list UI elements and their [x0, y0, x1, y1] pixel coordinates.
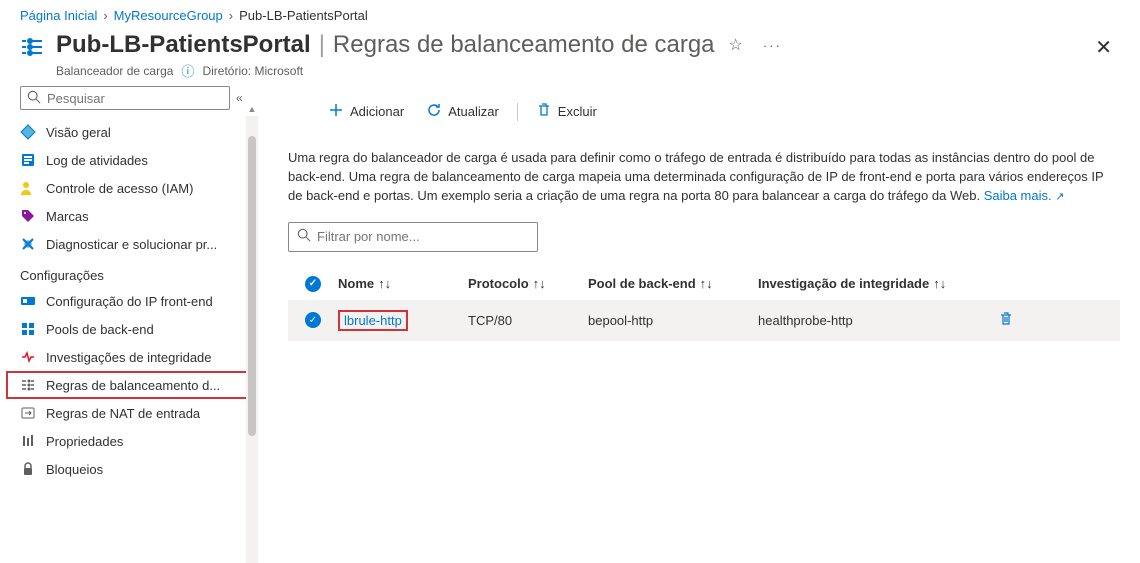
select-all-checkbox[interactable]: ✓: [305, 276, 321, 292]
nat-icon: [20, 405, 36, 421]
breadcrumb: Página Inicial › MyResourceGroup › Pub-L…: [0, 0, 1140, 27]
sidebar-section-settings: Configurações: [0, 258, 258, 287]
page-title: Pub-LB-PatientsPortal: [56, 31, 311, 59]
add-button[interactable]: Adicionar: [320, 98, 412, 125]
lb-rules-icon: [20, 377, 36, 393]
overview-icon: [20, 124, 36, 140]
sidebar-search[interactable]: [20, 86, 230, 110]
sort-icon: ↑↓: [533, 276, 546, 291]
search-icon: [27, 90, 41, 107]
probe-icon: [20, 349, 36, 365]
toolbar-separator: [517, 103, 518, 121]
sidebar-item-properties[interactable]: Propriedades: [0, 427, 258, 455]
sidebar-item-activity-log[interactable]: Log de atividades: [0, 146, 258, 174]
column-header-pool[interactable]: Pool de back-end ↑↓: [588, 276, 758, 291]
sidebar-item-access-control[interactable]: Controle de acesso (IAM): [0, 174, 258, 202]
refresh-icon: [426, 102, 442, 121]
learn-more-link[interactable]: Saiba mais. ↗: [984, 188, 1065, 203]
sidebar-item-frontend-ip[interactable]: Configuração do IP front-end: [0, 287, 258, 315]
resource-type-label: Balanceador de carga: [56, 64, 173, 78]
breadcrumb-link[interactable]: Página Inicial: [20, 8, 97, 23]
scrollbar-thumb[interactable]: [248, 136, 256, 436]
table-row[interactable]: ✓ lbrule-http TCP/80 bepool-http healthp…: [288, 300, 1120, 341]
sidebar: « Visão geral Log de atividades Controle…: [0, 86, 258, 563]
sidebar-item-nat-rules[interactable]: Regras de NAT de entrada: [0, 399, 258, 427]
backend-icon: [20, 321, 36, 337]
scroll-up-arrow-icon[interactable]: ▲: [246, 104, 258, 114]
description-text: Uma regra do balanceador de carga é usad…: [288, 137, 1120, 222]
page-subtitle: Regras de balanceamento de carga: [333, 31, 715, 59]
directory-label: Diretório: Microsoft: [202, 64, 303, 78]
filter-input[interactable]: [311, 229, 529, 244]
lock-icon: [20, 461, 36, 477]
sidebar-item-diagnose[interactable]: Diagnosticar e solucionar pr...: [0, 230, 258, 258]
command-bar: Adicionar Atualizar Excluir: [288, 86, 1120, 137]
plus-icon: [328, 102, 344, 121]
collapse-sidebar-button[interactable]: «: [236, 91, 243, 105]
close-button[interactable]: ✕: [1087, 31, 1120, 64]
refresh-button[interactable]: Atualizar: [418, 98, 507, 125]
sidebar-item-overview[interactable]: Visão geral: [0, 118, 258, 146]
diagnose-icon: [20, 236, 36, 252]
chevron-right-icon: ›: [103, 8, 107, 23]
delete-button[interactable]: Excluir: [528, 98, 605, 125]
sidebar-item-backend-pools[interactable]: Pools de back-end: [0, 315, 258, 343]
cell-protocol: TCP/80: [468, 313, 588, 328]
breadcrumb-current[interactable]: Pub-LB-PatientsPortal: [239, 8, 368, 23]
sidebar-item-tags[interactable]: Marcas: [0, 202, 258, 230]
row-checkbox[interactable]: ✓: [305, 312, 321, 328]
sidebar-search-input[interactable]: [41, 91, 223, 106]
properties-icon: [20, 433, 36, 449]
breadcrumb-link[interactable]: MyResourceGroup: [114, 8, 223, 23]
page-header: Pub-LB-PatientsPortal | Regras de balanc…: [0, 27, 1140, 80]
sidebar-scrollbar[interactable]: ▲: [246, 116, 258, 563]
activity-log-icon: [20, 152, 36, 168]
load-balancer-icon: [20, 35, 44, 62]
access-icon: [20, 180, 36, 196]
sidebar-item-lb-rules[interactable]: Regras de balanceamento d...: [6, 371, 252, 399]
column-header-protocol[interactable]: Protocolo ↑↓: [468, 276, 588, 291]
more-button[interactable]: ···: [757, 36, 788, 55]
favorite-button[interactable]: ☆: [723, 33, 749, 57]
search-icon: [297, 228, 311, 245]
info-icon[interactable]: ⓘ: [181, 61, 194, 80]
delete-icon: [536, 102, 552, 121]
row-delete-button[interactable]: [998, 315, 1014, 330]
column-header-probe[interactable]: Investigação de integridade ↑↓: [758, 276, 998, 291]
sidebar-item-health-probes[interactable]: Investigações de integridade: [0, 343, 258, 371]
filter-box[interactable]: [288, 222, 538, 252]
sort-icon: ↑↓: [700, 276, 713, 291]
chevron-right-icon: ›: [229, 8, 233, 23]
rule-name-link[interactable]: lbrule-http: [338, 310, 408, 331]
tags-icon: [20, 208, 36, 224]
table-header: ✓ Nome ↑↓ Protocolo ↑↓ Pool de back-end …: [288, 268, 1120, 300]
column-header-name[interactable]: Nome ↑↓: [338, 276, 468, 291]
cell-pool: bepool-http: [588, 313, 758, 328]
sort-icon: ↑↓: [378, 276, 391, 291]
title-separator: |: [319, 31, 325, 59]
frontend-ip-icon: [20, 293, 36, 309]
external-link-icon: ↗: [1055, 191, 1064, 203]
cell-probe: healthprobe-http: [758, 313, 998, 328]
sort-icon: ↑↓: [933, 276, 946, 291]
main-content: Adicionar Atualizar Excluir Uma regra do…: [258, 86, 1140, 563]
sidebar-item-locks[interactable]: Bloqueios: [0, 455, 258, 483]
